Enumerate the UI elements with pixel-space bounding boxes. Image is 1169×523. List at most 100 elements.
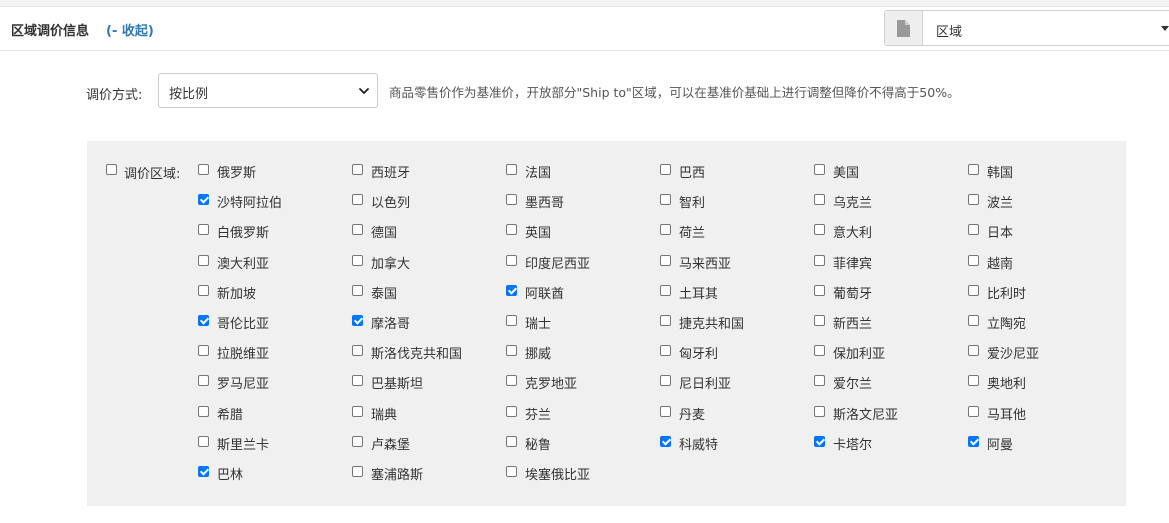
country-checkbox[interactable] xyxy=(506,466,517,477)
country-checkbox[interactable] xyxy=(968,284,979,296)
country-checkbox[interactable] xyxy=(352,164,363,175)
country-checkbox[interactable] xyxy=(506,194,517,206)
country-checkbox[interactable] xyxy=(814,284,825,296)
country-checkbox[interactable] xyxy=(968,375,979,387)
pricing-method-select[interactable]: 按比例 xyxy=(158,73,378,108)
country-checkbox[interactable] xyxy=(198,254,209,266)
country-checkbox[interactable] xyxy=(660,164,671,175)
country-checkbox[interactable] xyxy=(660,435,671,447)
country-label: 马耳他 xyxy=(987,407,1027,423)
region-select-addon xyxy=(885,11,923,45)
country-checkbox[interactable] xyxy=(198,315,209,326)
country-label: 智利 xyxy=(679,196,706,212)
country-checkbox[interactable] xyxy=(198,375,209,387)
country-checkbox[interactable] xyxy=(660,345,671,357)
country-checkbox[interactable] xyxy=(352,405,363,417)
country-checkbox[interactable] xyxy=(198,164,209,175)
select-all-checkbox[interactable] xyxy=(106,164,117,175)
country-checkbox[interactable] xyxy=(352,254,363,266)
country-label: 新加坡 xyxy=(217,286,257,302)
country-checkbox[interactable] xyxy=(660,254,671,266)
country-label: 荷兰 xyxy=(679,226,706,242)
country-checkbox[interactable] xyxy=(352,315,363,326)
country-checkbox[interactable] xyxy=(968,194,979,206)
country-label: 斯洛文尼亚 xyxy=(833,407,899,423)
region-select-value: 区域 xyxy=(936,25,963,40)
country-checkbox[interactable] xyxy=(968,164,979,175)
regions-label: 调价区域: xyxy=(124,167,181,182)
country-checkbox[interactable] xyxy=(814,164,825,175)
country-label: 新西兰 xyxy=(833,317,873,332)
country-checkbox[interactable] xyxy=(814,194,825,206)
country-checkbox[interactable] xyxy=(198,405,209,417)
country-checkbox[interactable] xyxy=(814,254,825,266)
country-checkbox[interactable] xyxy=(198,194,209,206)
country-checkbox[interactable] xyxy=(814,345,825,357)
country-label: 尼日利亚 xyxy=(679,377,732,393)
country-checkbox[interactable] xyxy=(660,224,671,236)
country-label: 捷克共和国 xyxy=(679,317,745,332)
country-checkbox[interactable] xyxy=(352,466,363,477)
country-checkbox[interactable] xyxy=(506,375,517,387)
country-checkbox[interactable] xyxy=(660,194,671,206)
country-checkbox[interactable] xyxy=(352,375,363,387)
country-checkbox[interactable] xyxy=(814,405,825,417)
country-checkbox[interactable] xyxy=(352,345,363,357)
section-header: 区域调价信息 (- 收起) 区域 xyxy=(0,7,1169,51)
country-checkbox[interactable] xyxy=(968,405,979,417)
country-label: 白俄罗斯 xyxy=(217,226,270,242)
country-checkbox[interactable] xyxy=(198,345,209,357)
country-checkbox[interactable] xyxy=(506,164,517,175)
country-label: 希腊 xyxy=(217,407,244,423)
country-label: 澳大利亚 xyxy=(217,256,270,272)
region-select[interactable]: 区域 xyxy=(884,10,1169,46)
country-label: 保加利亚 xyxy=(833,347,886,363)
country-checkbox[interactable] xyxy=(352,284,363,296)
country-checkbox[interactable] xyxy=(506,315,517,326)
collapse-link[interactable]: (- 收起) xyxy=(106,20,154,39)
country-label: 罗马尼亚 xyxy=(217,377,270,393)
country-label: 越南 xyxy=(987,256,1014,272)
pricing-note: 商品零售价作为基准价，开放部分"Ship to"区域，可以在基准价基础上进行调整… xyxy=(389,85,960,100)
country-checkbox[interactable] xyxy=(968,254,979,266)
country-checkbox[interactable] xyxy=(968,435,979,447)
country-checkbox[interactable] xyxy=(506,284,517,296)
country-label: 克罗地亚 xyxy=(525,377,578,393)
country-checkbox[interactable] xyxy=(506,405,517,417)
country-checkbox[interactable] xyxy=(814,315,825,326)
country-checkbox[interactable] xyxy=(506,254,517,266)
country-label: 波兰 xyxy=(987,196,1014,212)
section-title: 区域调价信息 xyxy=(11,24,90,39)
country-checkbox[interactable] xyxy=(968,224,979,236)
country-label: 芬兰 xyxy=(525,407,552,423)
country-checkbox[interactable] xyxy=(198,284,209,296)
country-checkbox[interactable] xyxy=(968,315,979,326)
country-checkbox[interactable] xyxy=(814,375,825,387)
country-checkbox[interactable] xyxy=(660,405,671,417)
country-label: 墨西哥 xyxy=(525,196,565,212)
top-divider xyxy=(0,0,1169,7)
country-checkbox[interactable] xyxy=(506,224,517,236)
country-checkbox[interactable] xyxy=(506,435,517,447)
country-label: 泰国 xyxy=(371,286,398,302)
country-checkbox[interactable] xyxy=(352,435,363,447)
country-checkbox[interactable] xyxy=(660,375,671,387)
country-label: 秘鲁 xyxy=(525,437,552,453)
country-checkbox[interactable] xyxy=(814,435,825,447)
country-checkbox[interactable] xyxy=(814,224,825,236)
country-checkbox[interactable] xyxy=(506,345,517,357)
country-label: 丹麦 xyxy=(679,407,706,423)
country-label: 德国 xyxy=(371,226,398,242)
country-checkbox[interactable] xyxy=(352,224,363,236)
country-checkbox[interactable] xyxy=(198,224,209,236)
country-checkbox[interactable] xyxy=(660,315,671,326)
country-checkbox[interactable] xyxy=(198,466,209,477)
country-checkbox[interactable] xyxy=(198,435,209,447)
country-label: 科威特 xyxy=(679,437,719,453)
country-label: 意大利 xyxy=(833,226,873,242)
country-checkbox[interactable] xyxy=(968,345,979,357)
country-checkbox[interactable] xyxy=(660,284,671,296)
pricing-method-label: 调价方式: xyxy=(86,88,143,103)
document-icon xyxy=(897,20,910,37)
country-checkbox[interactable] xyxy=(352,194,363,206)
